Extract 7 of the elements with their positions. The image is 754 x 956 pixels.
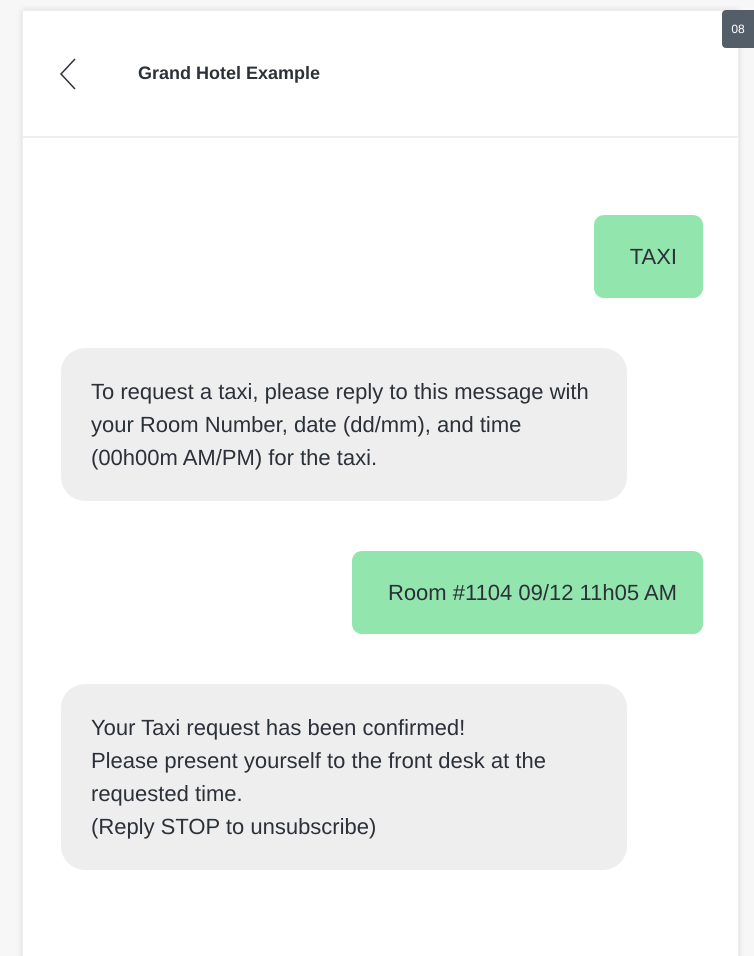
back-icon[interactable] bbox=[59, 56, 77, 90]
received-message: Your Taxi request has been confirmed! Please present yourself to the front desk at the requested time. (Reply STOP to unsubscribe) bbox=[61, 684, 627, 870]
sent-message: Room #1104 09/12 11h05 AM bbox=[352, 551, 703, 634]
received-message: To request a taxi, please reply to this message with your Room Number, date (dd/mm), and time (00h00m AM/PM) for the taxi. bbox=[61, 348, 627, 501]
page-badge: 08 bbox=[722, 10, 754, 48]
sent-message: TAXI bbox=[594, 215, 703, 298]
chat-title: Grand Hotel Example bbox=[138, 63, 320, 84]
